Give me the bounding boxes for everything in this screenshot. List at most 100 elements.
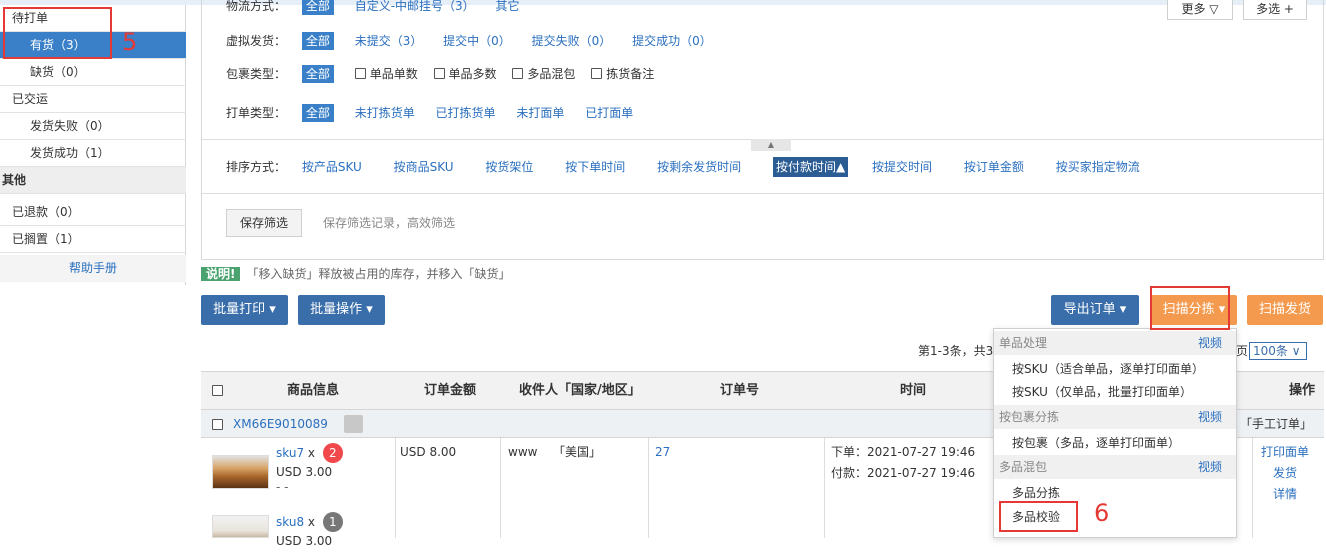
col-divider [1252,438,1253,538]
notice-bar: 说明! 「移入缺货」释放被占用的库存，并移入「缺货」 [201,266,511,283]
filter-row-virtual: 虚拟发货： 全部 未提交（3） 提交中（0） 提交失败（0） 提交成功（0） [226,31,729,51]
filter-label-shipping: 物流方式： [226,0,287,13]
product-thumbnail[interactable] [212,455,269,489]
filter-label-print: 打单类型： [226,106,287,120]
filter-row-shipping: 物流方式： 全部 自定义-中邮挂号（3） 其它 [226,0,537,16]
sort-option[interactable]: 按商品SKU [394,157,454,177]
order-checkbox[interactable] [212,419,223,430]
sku-note: - - [276,480,289,494]
filter-virtual-option[interactable]: 提交失败（0） [532,31,612,51]
checkbox-icon[interactable] [433,68,445,79]
select-all-checkbox[interactable] [212,385,223,396]
more-button[interactable]: 更多 ▽ [1167,0,1233,20]
annotation-number-6: 6 [1094,499,1110,527]
sort-row: 排序方式： 按产品SKU 按商品SKU 按货架位 按下单时间 按剩余发货时间 按… [226,157,1157,177]
video-link[interactable]: 视频 [1198,331,1222,355]
save-filter-button[interactable]: 保存筛选 [226,209,302,237]
filter-shipping-all[interactable]: 全部 [301,0,334,15]
details-action[interactable]: 详情 [1273,484,1297,505]
video-link[interactable]: 视频 [1198,405,1222,429]
save-filter-tip: 保存筛选记录，高效筛选 [323,216,456,230]
menu-item-sku-single[interactable]: 按SKU（适合单品，逐单打印面单） [1012,358,1204,380]
checkbox-icon[interactable] [354,68,366,79]
menu-item-by-package[interactable]: 按包裹（多品，逐单打印面单） [1012,432,1180,454]
filter-virtual-option[interactable]: 未提交（3） [355,31,423,51]
filter-virtual-option[interactable]: 提交中（0） [443,31,511,51]
sidebar-group-shipped[interactable]: 已交运 [0,86,186,113]
menu-item-sku-batch[interactable]: 按SKU（仅单品，批量打印面单） [1012,381,1192,403]
scan-ship-button[interactable]: 扫描发货 [1247,295,1323,325]
sort-option[interactable]: 按下单时间 [565,157,625,177]
product-thumbnail[interactable] [212,515,269,538]
dog-image [213,516,268,537]
ship-action[interactable]: 发货 [1273,463,1297,484]
order-number[interactable]: 27 [655,442,670,463]
print-label-action[interactable]: 打印面单 [1261,442,1309,463]
sidebar-item-refunded[interactable]: 已退款（0） [0,199,186,226]
sku-line-2: sku8 x 1 [276,512,343,533]
filter-print-option[interactable]: 已打拣货单 [436,103,496,123]
sort-option[interactable]: 按货架位 [485,157,533,177]
sku-link[interactable]: sku8 [276,515,304,529]
filter-package-checkbox[interactable]: 单品多数 [433,64,497,84]
help-manual-link[interactable]: 帮助手册 [0,255,186,282]
sort-option[interactable]: 按产品SKU [302,157,362,177]
recipient-name: www [508,445,538,459]
section-title: 多品混包 [999,460,1048,474]
sort-option[interactable]: 按买家指定物流 [1056,157,1140,177]
annotation-box-5 [3,7,112,59]
filter-print-option[interactable]: 未打拣货单 [355,103,415,123]
filter-print-all[interactable]: 全部 [301,104,334,122]
col-divider [395,438,396,538]
filter-shipping-option[interactable]: 自定义-中邮挂号（3） [355,0,475,16]
order-amount: USD 8.00 [400,445,457,459]
checkbox-label: 拣货备注 [606,67,655,81]
filter-virtual-all[interactable]: 全部 [301,32,334,50]
sku-link[interactable]: sku7 [276,446,304,460]
dropdown-section: 按包裹分拣 视频 [994,405,1236,429]
collapse-up-icon[interactable]: ▲ [751,139,791,151]
per-page-select[interactable]: 100条 ∨ [1249,342,1307,360]
filter-panel: 物流方式： 全部 自定义-中邮挂号（3） 其它 更多 ▽ 多选 + 虚拟发货： … [201,0,1324,260]
batch-ops-button[interactable]: 批量操作 ▾ [298,295,385,325]
sort-option[interactable]: 按订单金额 [964,157,1024,177]
filter-package-checkbox[interactable]: 多品混包 [512,64,575,84]
recipient-country: 「美国」 [553,445,602,459]
filter-print-option[interactable]: 已打面单 [585,103,633,123]
filter-virtual-option[interactable]: 提交成功（0） [632,31,712,51]
order-group-id[interactable]: XM66E9010089 [233,410,328,438]
sku-line-1: sku7 x 2 [276,443,343,464]
filter-label-virtual: 虚拟发货： [226,34,287,48]
col-divider [500,438,501,538]
multi-select-button[interactable]: 多选 + [1243,0,1307,20]
sidebar-item-ship-failed[interactable]: 发货失败（0） [0,113,186,140]
filter-print-option[interactable]: 未打面单 [516,103,564,123]
filter-shipping-option[interactable]: 其它 [495,0,519,16]
checkbox-label: 单品多数 [448,67,497,81]
tag-icon[interactable] [344,415,363,433]
filter-row-print: 打单类型： 全部 未打拣货单 已打拣货单 未打面单 已打面单 [226,103,650,123]
order-type-tag: 「手工订单」 [1240,417,1313,431]
export-orders-button[interactable]: 导出订单 ▾ [1051,295,1139,325]
checkbox-icon[interactable] [591,68,603,79]
video-link[interactable]: 视频 [1198,455,1222,479]
quantity-badge: 1 [322,512,343,532]
sort-option[interactable]: 按提交时间 [872,157,932,177]
filter-package-all[interactable]: 全部 [301,65,334,83]
sort-option[interactable]: 按剩余发货时间 [657,157,741,177]
sidebar-item-on-hold[interactable]: 已搁置（1） [0,226,186,253]
sidebar-item-out-of-stock[interactable]: 缺货（0） [0,59,186,86]
quantity-badge: 2 [322,443,343,463]
sort-option-active[interactable]: 按付款时间▲ [772,157,849,177]
checkbox-icon[interactable] [512,68,524,79]
sidebar-item-ship-success[interactable]: 发货成功（1） [0,140,186,167]
order-time: 下单：2021-07-27 19:46 [831,445,976,459]
pager-suffix: 页 [1236,344,1249,358]
filter-package-checkbox[interactable]: 单品单数 [354,64,418,84]
sku-times: x [307,446,316,460]
filter-label-package: 包裹类型： [226,67,287,81]
sidebar-group-other: 其他 [0,167,186,194]
batch-print-button[interactable]: 批量打印 ▾ [201,295,288,325]
notice-text: 「移入缺货」释放被占用的库存，并移入「缺货」 [246,267,511,281]
filter-package-checkbox[interactable]: 拣货备注 [591,64,654,84]
